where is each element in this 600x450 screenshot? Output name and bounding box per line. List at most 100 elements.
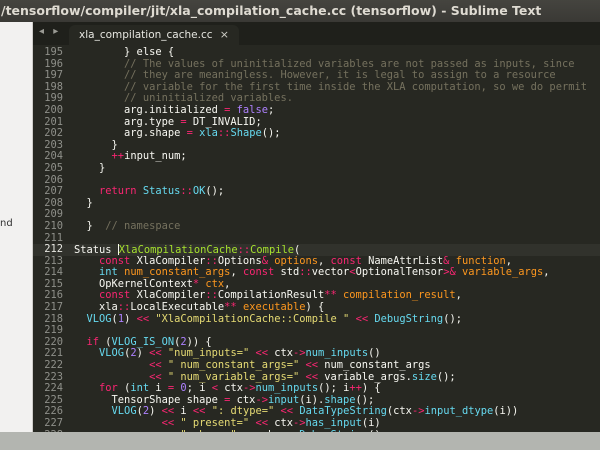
code-token: LocalExecutable (130, 301, 225, 314)
code-token: i (174, 405, 193, 418)
code-token: arg.initialized (74, 103, 225, 116)
code-token: OpKernelContext (74, 277, 193, 290)
code-token: Shape (230, 127, 262, 140)
code-token: ( (117, 382, 131, 395)
code-token: int (130, 382, 150, 395)
code-token: " num_variable_args=" (167, 370, 300, 383)
tab-navigation-arrows-icon[interactable]: ◂ ▸ (39, 26, 61, 37)
line-text: return Status::OK(); (74, 185, 225, 198)
code-token: false (236, 103, 268, 116)
code-token: VLOG (99, 347, 125, 360)
code-token: << (305, 370, 319, 383)
left-side-pane: nd (0, 22, 33, 432)
code-token: XlaCompiler (130, 289, 206, 302)
code-token: compilation_result (343, 289, 456, 302)
code-token: << (149, 359, 162, 372)
line-number: 205 (44, 161, 63, 174)
code-lines[interactable]: 195 } else {196 // The values of uniniti… (33, 46, 600, 432)
code-line[interactable]: 208 } (33, 197, 600, 210)
code-token: (); (261, 127, 281, 140)
code-token: (); (443, 312, 462, 325)
code-token: << (305, 359, 319, 372)
code-token: :: (117, 301, 131, 314)
code-token: ** (324, 289, 337, 302)
code-token: input_num; (124, 150, 187, 163)
line-number: 217 (44, 301, 63, 314)
code-token: << (161, 417, 175, 429)
code-token: , (224, 277, 231, 290)
code-token: DT_INVALID; (186, 115, 262, 128)
code-token: << (192, 405, 206, 418)
code-token: (); i (318, 382, 350, 395)
code-token: -> (255, 393, 268, 406)
code-line[interactable]: 205 } (33, 161, 600, 175)
code-token: int (99, 266, 118, 279)
code-token: , (230, 266, 243, 279)
code-token: num_inputs (255, 382, 319, 395)
code-line[interactable]: 210 } // namespace (33, 220, 600, 233)
code-token: ctx (268, 347, 294, 360)
line-number: 200 (44, 103, 63, 116)
code-token: const (99, 289, 131, 302)
code-token: , (505, 254, 512, 267)
code-token: std (274, 266, 300, 279)
tab-label: xla_compilation_cache.cc (79, 29, 213, 41)
code-token: ctx (267, 417, 294, 429)
tab-bar: ◂ ▸ xla_compilation_cache.cc × (33, 22, 600, 45)
code-token: (); (205, 185, 225, 198)
code-token: OK (192, 185, 206, 198)
code-editor[interactable]: ◂ ▸ xla_compilation_cache.cc × 195 } els… (33, 22, 600, 432)
code-token: CompilationResult (217, 289, 325, 302)
code-token: ) (124, 312, 137, 325)
code-token: -> (243, 382, 256, 395)
code-token: ) (136, 347, 150, 360)
tab-close-icon[interactable]: × (220, 25, 229, 45)
status-bar (0, 432, 600, 450)
code-token: // variable for the first time inside th… (74, 80, 587, 93)
code-token: arg.shape (74, 127, 187, 140)
code-token: << (149, 347, 162, 360)
code-token: VLOG (111, 405, 137, 418)
code-token: input (267, 393, 300, 406)
tab-xla-compilation-cache[interactable]: xla_compilation_cache.cc × (69, 25, 239, 45)
code-token: :: (180, 185, 193, 198)
code-token: :: (205, 254, 218, 267)
code-token: << (255, 347, 268, 360)
code-token: DebugString (374, 312, 444, 325)
code-token: << (149, 370, 162, 383)
code-token: ": dtype=" (211, 405, 275, 418)
code-token: VLOG (86, 312, 112, 325)
code-token: " num_constant_args=" (167, 359, 300, 372)
code-token: xla (74, 301, 118, 314)
code-token: () (368, 347, 381, 360)
code-token: vector (311, 266, 350, 279)
line-number: 195 (44, 46, 63, 58)
code-token: // The values of uninitialized variables… (74, 57, 575, 70)
code-token: has_input (305, 417, 362, 429)
code-line[interactable]: 204 ++input_num; (33, 151, 600, 163)
code-token: ; i (186, 382, 212, 395)
code-line[interactable]: 207 return Status::OK(); (33, 185, 600, 198)
code-line[interactable]: 218 VLOG(1) << "XlaCompilationCache::Com… (33, 312, 600, 326)
code-token: NameAttrList (361, 254, 444, 267)
code-token: size (411, 370, 437, 383)
window-title-bar: /tensorflow/compiler/jit/xla_compilation… (0, 0, 600, 22)
code-line[interactable]: 211 (33, 232, 600, 245)
code-token: for (99, 382, 118, 395)
code-token: return (99, 185, 137, 198)
code-token: ctx (205, 277, 225, 290)
line-text: VLOG(1) << "XlaCompilationCache::Compile… (74, 312, 462, 326)
code-token: num_constant_args (318, 359, 431, 372)
code-line[interactable]: 202 arg.shape = xla::Shape(); (33, 127, 600, 140)
code-token: i (149, 382, 168, 395)
line-number: 212 (44, 243, 63, 256)
code-token: (i). (299, 393, 325, 406)
code-token: ctx (230, 393, 256, 406)
